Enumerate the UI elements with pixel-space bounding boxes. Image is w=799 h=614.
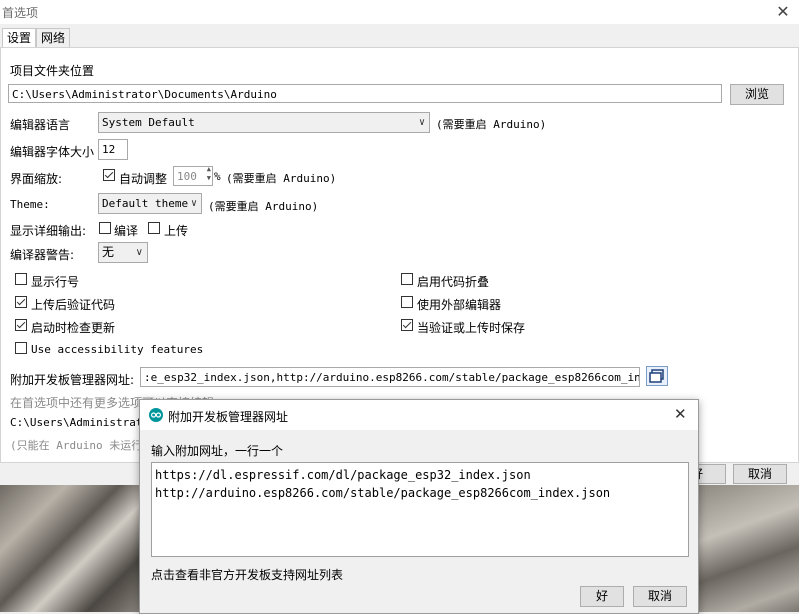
option-code-folding-checkbox[interactable] bbox=[401, 273, 413, 285]
language-note: (需要重启 Arduino) bbox=[436, 118, 547, 131]
desktop-background bbox=[0, 485, 140, 612]
verbose-upload-label: 上传 bbox=[164, 224, 189, 238]
dialog-prompt: 输入附加网址，一行一个 bbox=[151, 444, 284, 458]
option-accessibility-checkbox[interactable] bbox=[15, 342, 27, 354]
window-title: 首选项 bbox=[2, 6, 39, 20]
option-save-on-verify-label: 当验证或上传时保存 bbox=[417, 321, 526, 335]
option-save-on-verify-checkbox[interactable] bbox=[401, 319, 413, 331]
tab-network[interactable]: 网络 bbox=[36, 28, 71, 48]
option-line-numbers-checkbox[interactable] bbox=[15, 273, 27, 285]
board-urls-label: 附加开发板管理器网址: bbox=[10, 373, 135, 387]
warnings-value: 无 bbox=[102, 245, 115, 259]
window-icon bbox=[649, 369, 664, 383]
board-urls-input[interactable]: :e_esp32_index.json,http://arduino.esp82… bbox=[140, 367, 640, 387]
prefs-note: (只能在 Arduino 未运行 bbox=[10, 439, 143, 452]
option-code-folding-label: 启用代码折叠 bbox=[417, 275, 490, 289]
board-urls-dialog: 附加开发板管理器网址 ✕ 输入附加网址，一行一个 https://dl.espr… bbox=[139, 399, 699, 614]
theme-select[interactable]: Default theme ∨ bbox=[98, 193, 202, 214]
chevron-down-icon: ∨ bbox=[190, 198, 197, 209]
option-external-editor-label: 使用外部编辑器 bbox=[417, 298, 502, 312]
language-value: System Default bbox=[102, 116, 195, 129]
option-verify-upload-label: 上传后验证代码 bbox=[31, 298, 116, 312]
dialog-ok-button[interactable]: 好 bbox=[580, 586, 624, 607]
font-size-label: 编辑器字体大小 bbox=[10, 145, 95, 159]
close-icon[interactable]: ✕ bbox=[771, 2, 795, 22]
sketchbook-path-input[interactable]: C:\Users\Administrator\Documents\Arduino bbox=[8, 84, 722, 103]
theme-label: Theme: bbox=[10, 198, 50, 211]
warnings-select[interactable]: 无 ∨ bbox=[98, 242, 148, 263]
verbose-upload-checkbox[interactable] bbox=[148, 222, 160, 234]
tab-settings[interactable]: 设置 bbox=[2, 28, 37, 48]
scale-label: 界面缩放: bbox=[10, 172, 63, 186]
edit-urls-button[interactable] bbox=[646, 366, 668, 386]
arduino-logo-icon bbox=[149, 408, 163, 422]
prefs-path[interactable]: C:\Users\Administrator bbox=[10, 416, 156, 429]
option-check-updates-checkbox[interactable] bbox=[15, 319, 27, 331]
cancel-button[interactable]: 取消 bbox=[733, 464, 787, 484]
sketchbook-label: 项目文件夹位置 bbox=[10, 64, 95, 78]
theme-note: (需要重启 Arduino) bbox=[208, 200, 319, 213]
dialog-close-icon[interactable]: ✕ bbox=[674, 405, 687, 423]
chevron-down-icon: ∨ bbox=[418, 117, 425, 128]
chevron-down-icon: ∨ bbox=[135, 247, 143, 258]
scale-value: 100 bbox=[177, 170, 197, 183]
auto-scale-label: 自动调整 bbox=[119, 172, 168, 186]
auto-scale-checkbox[interactable] bbox=[103, 169, 115, 181]
scale-input[interactable]: 100 ▲ ▼ bbox=[173, 166, 213, 186]
option-external-editor-checkbox[interactable] bbox=[401, 296, 413, 308]
verbose-compile-checkbox[interactable] bbox=[99, 222, 111, 234]
spinner-icon[interactable]: ▲ ▼ bbox=[207, 167, 211, 183]
theme-value: Default theme bbox=[102, 197, 189, 210]
option-verify-upload-checkbox[interactable] bbox=[15, 296, 27, 308]
url-line: https://dl.espressif.com/dl/package_esp3… bbox=[155, 468, 531, 482]
option-check-updates-label: 启动时检查更新 bbox=[31, 321, 116, 335]
unofficial-boards-link[interactable]: 点击查看非官方开发板支持网址列表 bbox=[151, 566, 343, 583]
verbose-label: 显示详细输出: bbox=[10, 224, 87, 238]
scale-unit: % bbox=[214, 170, 221, 183]
scale-note: (需要重启 Arduino) bbox=[226, 172, 337, 185]
dialog-cancel-button[interactable]: 取消 bbox=[633, 586, 687, 607]
browse-button[interactable]: 浏览 bbox=[730, 84, 784, 105]
url-line: http://arduino.esp8266.com/stable/packag… bbox=[155, 486, 611, 500]
title-bar bbox=[0, 0, 799, 24]
option-accessibility-label: Use accessibility features bbox=[31, 343, 204, 356]
warnings-label: 编译器警告: bbox=[10, 248, 75, 262]
urls-textarea[interactable]: https://dl.espressif.com/dl/package_esp3… bbox=[151, 462, 689, 557]
desktop-background-right bbox=[697, 485, 799, 612]
verbose-compile-label: 编译 bbox=[114, 224, 139, 238]
font-size-input[interactable]: 12 bbox=[98, 139, 128, 160]
language-label: 编辑器语言 bbox=[10, 118, 71, 132]
dialog-title: 附加开发板管理器网址 bbox=[168, 410, 289, 424]
language-select[interactable]: System Default ∨ bbox=[98, 112, 430, 133]
option-line-numbers-label: 显示行号 bbox=[31, 275, 80, 289]
